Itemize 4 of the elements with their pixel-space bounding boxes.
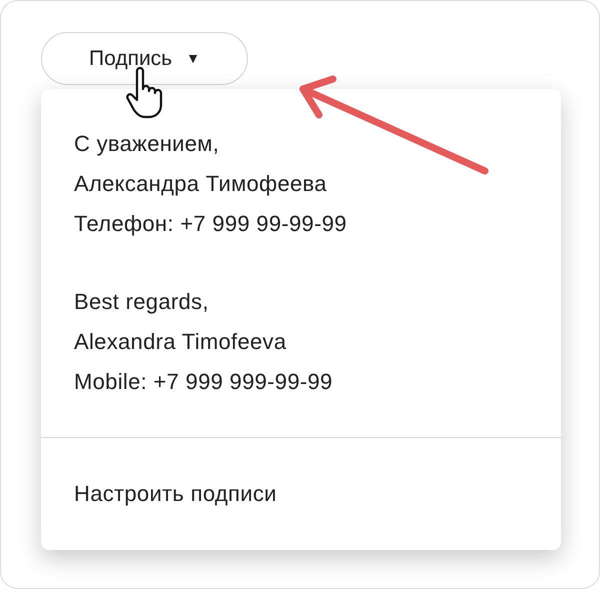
signature-menu-item[interactable]: С уважением, Александра Тимофеева Телефон: +7 999 99-99-99 (41, 105, 561, 263)
signature-menu-item[interactable]: Best regards, Alexandra Timofeeva Mobile: +7 999 999-99-99 (41, 263, 561, 421)
settings-menu-item[interactable]: Настроить подписи (41, 454, 561, 534)
signature-dropdown-button[interactable]: Подпись ▼ (41, 32, 248, 85)
